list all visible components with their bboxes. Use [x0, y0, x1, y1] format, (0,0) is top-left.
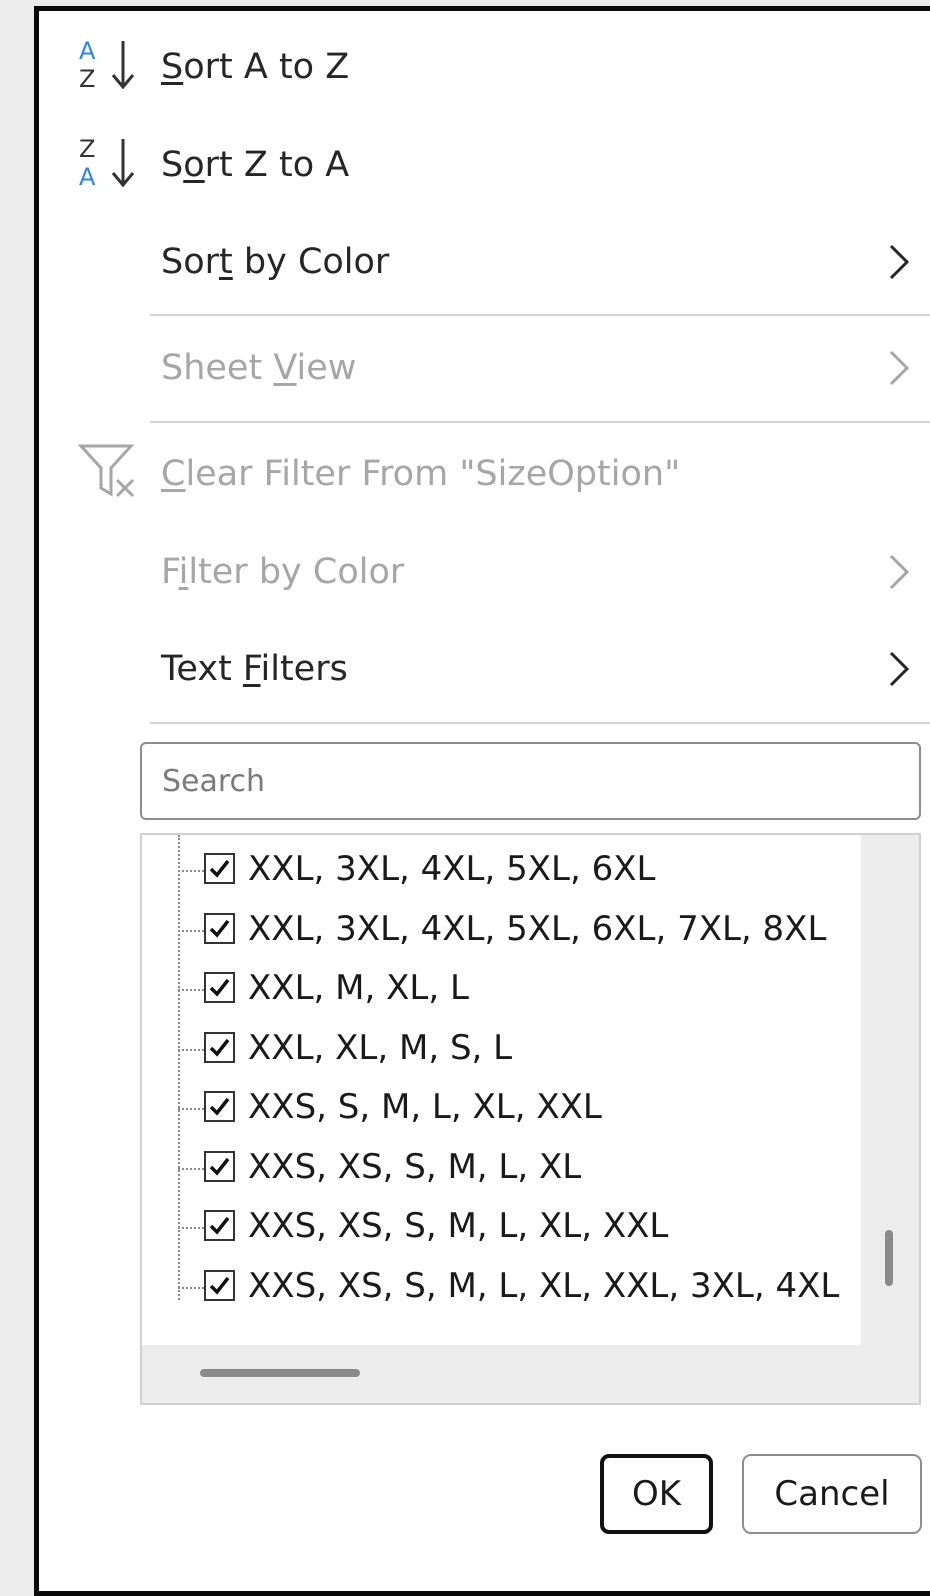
- sort-by-color-label: Sort by Color: [161, 242, 390, 282]
- filter-values-list[interactable]: XXL, 3XL, 4XL, 5XL, 6XL XXL, 3XL, 4XL, 5X…: [140, 833, 921, 1405]
- sort-by-color-item[interactable]: Sort by Color: [39, 217, 930, 307]
- checkbox[interactable]: [204, 1031, 235, 1063]
- tree-connector: [178, 1227, 204, 1229]
- tree-connector: [178, 929, 204, 932]
- menu-separator: [150, 314, 930, 316]
- tree-connector: [178, 1048, 204, 1051]
- tree-connector: [178, 1108, 204, 1110]
- svg-text:A: A: [79, 37, 96, 65]
- horizontal-scroll-thumb[interactable]: [200, 1369, 360, 1377]
- checkbox[interactable]: [204, 912, 235, 944]
- list-item[interactable]: XXL, 3XL, 4XL, 5XL, 6XL: [142, 841, 842, 899]
- list-item-label: XXL, XL, M, S, L: [248, 1027, 513, 1068]
- list-item[interactable]: XXS, XS, S, M, L, XL, XXL: [142, 1198, 842, 1256]
- list-item-label: XXL, M, XL, L: [248, 968, 469, 1008]
- sheet-view-item: Sheet View: [39, 323, 930, 413]
- list-item-label: XXS, XS, S, M, L, XL, XXL: [248, 1206, 669, 1246]
- list-item[interactable]: XXL, XL, M, S, L: [142, 1020, 842, 1078]
- text-filters-item[interactable]: Text Filters: [39, 624, 930, 714]
- sort-ascending-icon: A Z: [77, 35, 141, 99]
- filter-by-color-item: Filter by Color: [39, 527, 930, 617]
- tree-connector: [178, 870, 204, 872]
- sort-a-to-z-label: Sort A to Z: [161, 47, 350, 87]
- chevron-right-icon: [887, 552, 911, 592]
- sort-descending-icon: Z A: [77, 133, 141, 197]
- checkbox[interactable]: [204, 1150, 235, 1182]
- list-item[interactable]: XXL, 3XL, 4XL, 5XL, 6XL, 7XL, 8XL: [142, 901, 842, 959]
- chevron-right-icon: [887, 649, 911, 689]
- checkbox[interactable]: [204, 972, 235, 1003]
- chevron-right-icon: [887, 348, 911, 388]
- clear-filter-label: Clear Filter From "SizeOption": [161, 454, 681, 494]
- list-item-label: XXL, 3XL, 4XL, 5XL, 6XL: [248, 849, 656, 889]
- svg-text:Z: Z: [79, 135, 95, 163]
- list-item-label: XXL, 3XL, 4XL, 5XL, 6XL, 7XL, 8XL: [248, 908, 827, 949]
- sort-z-to-a-item[interactable]: Z A Sort Z to A: [39, 120, 930, 210]
- checkbox[interactable]: [204, 1269, 235, 1301]
- list-item-label: XXS, S, M, L, XL, XXL: [248, 1087, 602, 1127]
- clear-filter-icon: [77, 442, 141, 506]
- filter-by-color-label: Filter by Color: [161, 552, 405, 592]
- chevron-right-icon: [887, 242, 911, 282]
- list-item[interactable]: XXS, S, M, L, XL, XXL: [142, 1079, 842, 1137]
- menu-separator: [150, 722, 930, 724]
- search-input[interactable]: [140, 742, 921, 820]
- clear-filter-item: Clear Filter From "SizeOption": [39, 429, 930, 519]
- checkbox[interactable]: [204, 1091, 235, 1122]
- list-item[interactable]: XXL, M, XL, L: [142, 960, 842, 1018]
- checkbox[interactable]: [204, 1210, 235, 1241]
- list-item[interactable]: XXS, XS, S, M, L, XL: [142, 1139, 842, 1197]
- sheet-view-label: Sheet View: [161, 348, 357, 388]
- list-item-label: XXS, XS, S, M, L, XL, XXL, 3XL, 4XL: [248, 1265, 840, 1306]
- autofilter-dropdown: A Z Sort A to Z Z A Sort Z to A Sort by …: [34, 6, 930, 1596]
- horizontal-scrollbar[interactable]: [142, 1345, 919, 1403]
- vertical-scrollbar[interactable]: [861, 835, 919, 1345]
- menu-separator: [150, 421, 930, 423]
- svg-text:Z: Z: [79, 65, 95, 93]
- svg-text:A: A: [79, 163, 96, 191]
- list-item[interactable]: XXS, XS, S, M, L, XL, XXL, 3XL, 4XL: [142, 1258, 842, 1316]
- tree-connector: [178, 989, 204, 991]
- vertical-scroll-thumb[interactable]: [885, 1230, 893, 1286]
- checkbox[interactable]: [204, 853, 235, 884]
- cancel-button[interactable]: Cancel: [742, 1454, 922, 1534]
- ok-button[interactable]: OK: [600, 1454, 713, 1534]
- tree-connector: [178, 1286, 204, 1289]
- sort-z-to-a-label: Sort Z to A: [161, 145, 350, 185]
- text-filters-label: Text Filters: [161, 649, 348, 689]
- tree-connector: [178, 1167, 204, 1170]
- list-item-label: XXS, XS, S, M, L, XL: [248, 1146, 582, 1187]
- sort-a-to-z-item[interactable]: A Z Sort A to Z: [39, 22, 930, 112]
